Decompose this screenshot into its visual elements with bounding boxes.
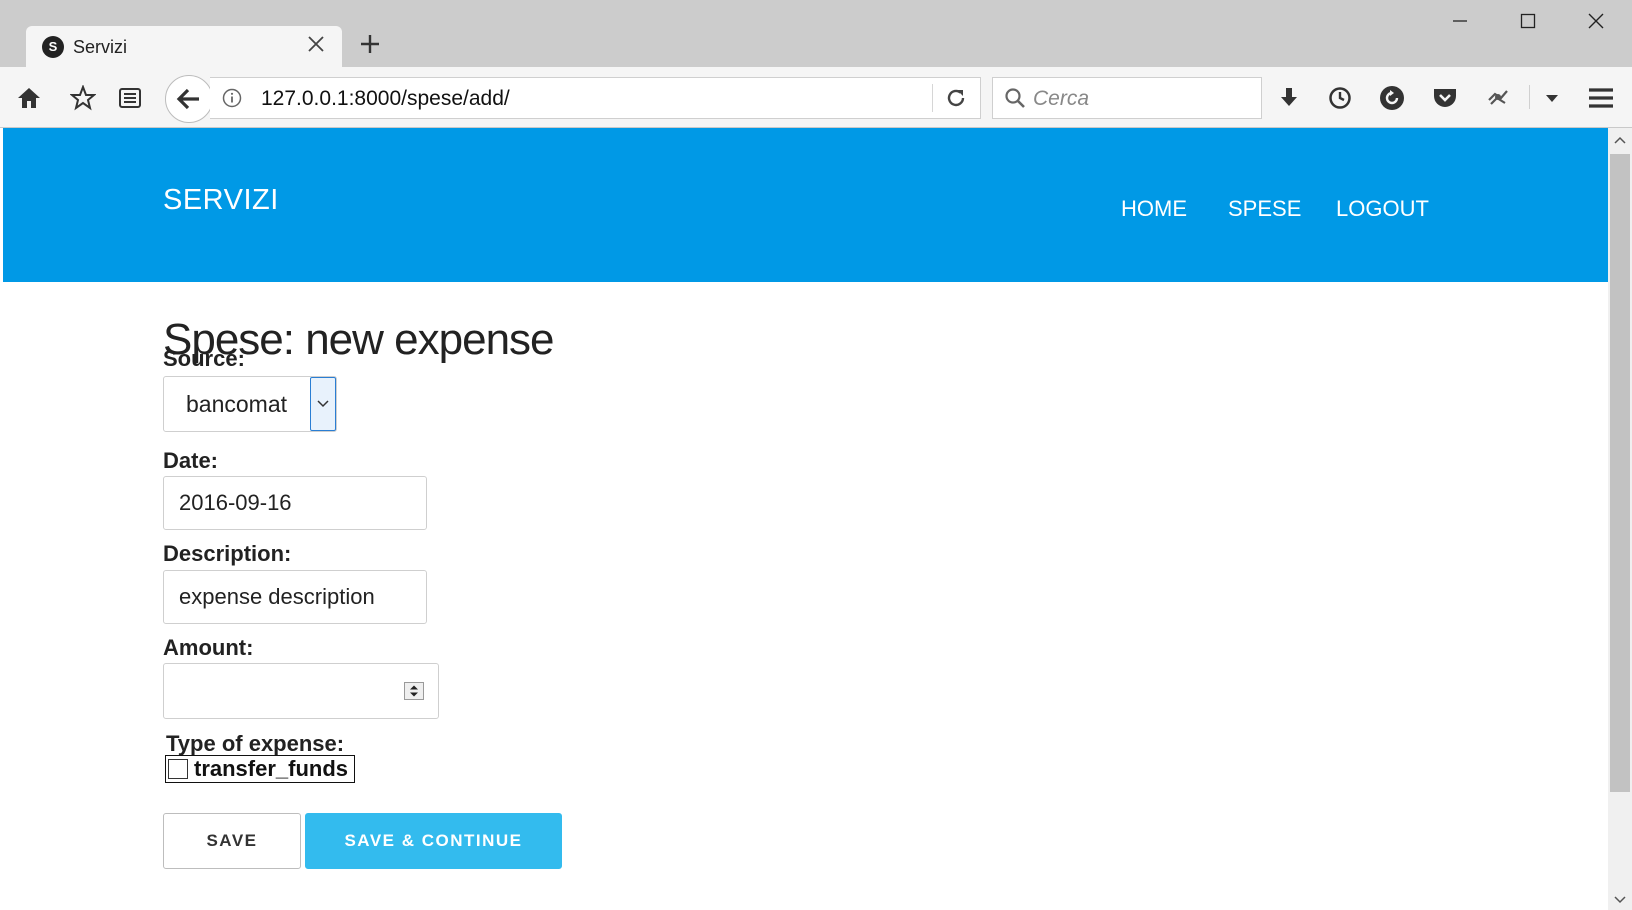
description-label: Description: [163,541,292,566]
browser-tab[interactable]: S Servizi [26,26,342,67]
site-brand[interactable]: SERVIZI [163,184,279,217]
spinner-arrows-icon [410,685,418,697]
source-select[interactable]: bancomat [163,376,337,432]
date-input[interactable] [163,476,427,530]
browser-toolbar: 127.0.0.1:8000/spese/add/ [0,67,1632,128]
search-input[interactable] [1031,85,1255,113]
reading-list-icon[interactable] [115,83,145,113]
extension-dropdown-icon[interactable] [1537,83,1567,113]
date-label: Date: [163,448,219,473]
new-tab-button[interactable] [357,33,383,59]
window-maximize-button[interactable] [1508,12,1548,34]
transfer-funds-checkbox[interactable] [168,759,188,779]
toolbar-divider [1529,85,1530,109]
chevron-down-icon [317,400,329,408]
home-icon[interactable] [14,83,44,113]
nav-home-link[interactable]: HOME [1121,196,1187,222]
nav-logout-link[interactable]: LOGOUT [1336,196,1429,222]
scroll-up-icon[interactable] [1614,134,1626,146]
select-dropdown-button[interactable] [310,377,336,431]
save-button[interactable]: SAVE [163,813,301,869]
window-close-button[interactable] [1576,12,1616,34]
history-clock-icon[interactable] [1325,83,1355,113]
search-bar[interactable] [992,77,1262,119]
back-button[interactable] [165,75,213,123]
number-spinner[interactable] [404,682,424,700]
source-selected-value: bancomat [186,391,288,417]
download-icon[interactable] [1274,83,1304,113]
nav-spese-link[interactable]: SPESE [1228,196,1301,222]
scrollbar-thumb[interactable] [1610,154,1630,792]
tab-favicon-icon: S [42,36,64,58]
page-viewport: SERVIZI HOME SPESE LOGOUT Spese: new exp… [3,128,1608,910]
description-input[interactable] [163,570,427,624]
vertical-scrollbar[interactable] [1608,128,1632,910]
tab-title: Servizi [73,37,128,57]
bookmark-star-icon[interactable] [68,83,98,113]
hamburger-menu-icon[interactable] [1586,83,1616,113]
site-header: SERVIZI HOME SPESE LOGOUT [3,128,1608,282]
url-divider [932,84,933,112]
transfer-funds-label: transfer_funds [194,756,349,781]
url-bar[interactable]: 127.0.0.1:8000/spese/add/ [210,77,981,119]
site-info-icon[interactable] [222,88,242,108]
save-continue-button[interactable]: SAVE & CONTINUE [305,813,562,869]
transfer-funds-option[interactable]: transfer_funds [165,755,356,783]
amount-input[interactable] [163,663,439,719]
arrow-left-icon [176,88,199,110]
url-text[interactable]: 127.0.0.1:8000/spese/add/ [261,87,510,111]
scroll-down-icon[interactable] [1614,892,1626,904]
tab-close-icon[interactable] [304,34,328,58]
amount-label: Amount: [163,635,254,660]
type-label: Type of expense: [166,731,345,756]
pocket-icon[interactable] [1430,83,1460,113]
search-icon [1004,87,1026,109]
extension-icon[interactable] [1483,83,1513,113]
window-minimize-button[interactable] [1440,12,1480,34]
browser-titlebar: S Servizi [0,0,1632,67]
sync-icon[interactable] [1377,83,1407,113]
source-label: Source: [163,346,245,371]
reload-icon[interactable] [945,87,967,109]
